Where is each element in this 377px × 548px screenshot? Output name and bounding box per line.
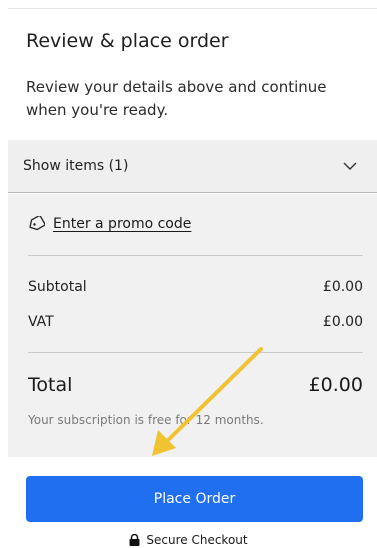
place-order-button[interactable]: Place Order bbox=[26, 476, 363, 522]
review-title: Review & place order bbox=[26, 30, 229, 52]
vat-label: VAT bbox=[28, 314, 54, 330]
vat-row: VAT £0.00 bbox=[28, 314, 363, 330]
subtotal-value: £0.00 bbox=[322, 279, 363, 295]
tag-icon bbox=[28, 215, 45, 232]
review-description: Review your details above and continue w… bbox=[26, 78, 327, 119]
subtotal-label: Subtotal bbox=[28, 279, 87, 295]
show-items-toggle[interactable]: Show items (1) bbox=[8, 140, 377, 193]
secure-checkout: Secure Checkout bbox=[0, 533, 377, 547]
promo-code-label: Enter a promo code bbox=[53, 215, 192, 232]
summary-divider bbox=[28, 255, 363, 256]
total-value: £0.00 bbox=[308, 374, 363, 396]
lock-icon bbox=[129, 534, 140, 546]
secure-checkout-label: Secure Checkout bbox=[146, 533, 248, 547]
top-divider bbox=[8, 8, 377, 9]
summary-divider bbox=[28, 352, 363, 353]
subtotal-row: Subtotal £0.00 bbox=[28, 279, 363, 295]
total-row: Total £0.00 bbox=[28, 374, 363, 396]
total-label: Total bbox=[28, 374, 73, 396]
promo-code-link[interactable]: Enter a promo code bbox=[28, 215, 191, 232]
subscription-note: Your subscription is free for 12 months. bbox=[28, 413, 264, 427]
vat-value: £0.00 bbox=[322, 314, 363, 330]
chevron-down-icon bbox=[343, 159, 357, 173]
show-items-label: Show items (1) bbox=[23, 158, 129, 174]
order-summary: Enter a promo code Subtotal £0.00 VAT £0… bbox=[8, 194, 377, 457]
